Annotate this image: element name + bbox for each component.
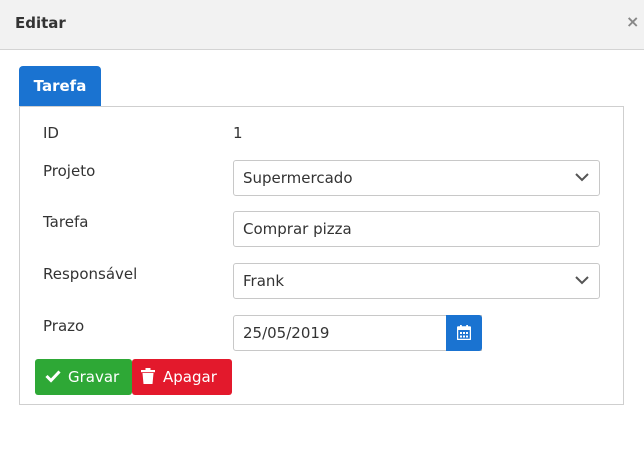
responsavel-label: Responsável bbox=[43, 265, 138, 283]
projeto-select[interactable]: Supermercado bbox=[233, 160, 600, 196]
delete-button-label: Apagar bbox=[163, 368, 217, 386]
prazo-date-value: 25/05/2019 bbox=[243, 324, 330, 342]
responsavel-selected-value: Frank bbox=[243, 272, 285, 290]
dialog-title: Editar bbox=[15, 14, 66, 32]
tab-tarefa[interactable]: Tarefa bbox=[19, 66, 101, 106]
calendar-button[interactable] bbox=[446, 315, 482, 351]
id-label: ID bbox=[43, 124, 59, 142]
save-button[interactable]: Gravar bbox=[35, 359, 132, 395]
prazo-label: Prazo bbox=[43, 317, 85, 335]
edit-dialog: Editar × Tarefa ID 1 Projeto Supermercad… bbox=[0, 0, 644, 461]
projeto-selected-value: Supermercado bbox=[243, 169, 353, 187]
tarefa-input-value: Comprar pizza bbox=[243, 220, 352, 238]
trash-icon bbox=[141, 368, 155, 384]
save-button-label: Gravar bbox=[68, 368, 120, 386]
tarefa-input[interactable]: Comprar pizza bbox=[233, 211, 600, 247]
calendar-icon bbox=[457, 325, 471, 340]
check-icon bbox=[45, 370, 61, 383]
dialog-header: Editar × bbox=[0, 0, 644, 50]
projeto-label: Projeto bbox=[43, 162, 96, 180]
tarefa-label: Tarefa bbox=[43, 213, 89, 231]
id-value: 1 bbox=[233, 124, 243, 142]
chevron-down-icon bbox=[575, 276, 589, 285]
responsavel-select[interactable]: Frank bbox=[233, 263, 600, 299]
close-icon[interactable]: × bbox=[626, 12, 639, 31]
delete-button[interactable]: Apagar bbox=[132, 359, 232, 395]
prazo-date-input[interactable]: 25/05/2019 bbox=[233, 315, 482, 351]
chevron-down-icon bbox=[575, 173, 589, 182]
